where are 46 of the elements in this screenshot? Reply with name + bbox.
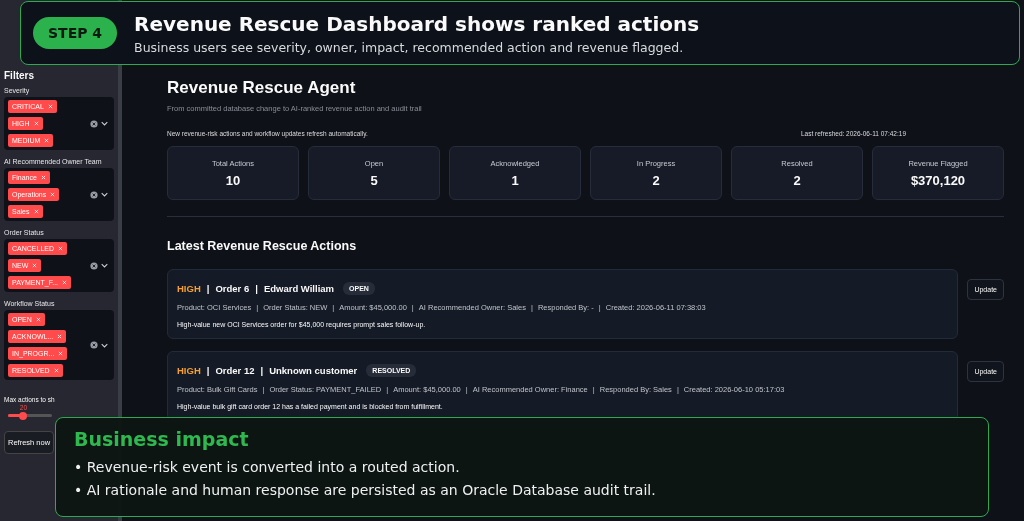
metric-value: 2 xyxy=(652,172,660,188)
chevron-down-icon[interactable] xyxy=(101,342,108,348)
remove-icon[interactable] xyxy=(40,175,46,180)
metric-value: $370,120 xyxy=(910,172,966,188)
impact-bullet: • Revenue-risk event is converted into a routed action. xyxy=(74,458,461,477)
customer-name: Unknown customer xyxy=(269,365,358,376)
impact-bullet: • AI rationale and human response are persisted as an Oracle Database audit trail. xyxy=(74,481,657,500)
severity-label: HIGH xyxy=(177,365,201,376)
order-label: Order 6 xyxy=(215,283,250,294)
clear-icon[interactable] xyxy=(90,261,98,270)
remove-icon[interactable] xyxy=(57,334,63,339)
remove-icon[interactable] xyxy=(33,209,39,214)
separator: | xyxy=(260,365,264,376)
remove-icon[interactable] xyxy=(58,246,63,251)
clear-icon[interactable] xyxy=(90,119,98,128)
page-title: Revenue Rescue Agent xyxy=(167,78,357,98)
impact-title: Business impact xyxy=(74,428,250,450)
remove-icon[interactable] xyxy=(32,263,38,268)
banner-subtitle: Business users see severity, owner, impact, recommended action and revenue flagged. xyxy=(134,39,685,55)
remove-icon[interactable] xyxy=(58,351,64,356)
customer-name: Edward William xyxy=(263,283,334,294)
remove-icon[interactable] xyxy=(47,104,53,109)
separator: | xyxy=(206,365,210,376)
clear-icon[interactable] xyxy=(90,190,98,199)
remove-icon[interactable] xyxy=(62,280,68,285)
step-badge: STEP 4 xyxy=(33,17,118,49)
remove-icon[interactable] xyxy=(33,121,39,126)
remove-icon[interactable] xyxy=(53,368,59,373)
metric-value: 1 xyxy=(511,172,519,188)
metric-value: 2 xyxy=(793,172,801,188)
chevron-down-icon[interactable] xyxy=(101,263,108,268)
section-title: Latest Revenue Rescue Actions xyxy=(167,239,358,253)
sidebar-title: Filters xyxy=(4,70,35,81)
remove-icon[interactable] xyxy=(35,317,41,322)
separator: | xyxy=(206,283,210,294)
severity-label: HIGH xyxy=(177,283,201,294)
chevron-down-icon[interactable] xyxy=(101,121,108,126)
chevron-down-icon[interactable] xyxy=(101,192,108,197)
remove-icon[interactable] xyxy=(50,192,56,197)
remove-icon[interactable] xyxy=(44,138,50,143)
order-label: Order 12 xyxy=(215,365,255,376)
metric-value: 5 xyxy=(370,172,378,188)
separator: | xyxy=(255,283,258,294)
metric-value: 10 xyxy=(225,172,241,188)
clear-icon[interactable] xyxy=(90,341,98,349)
banner-title: Revenue Rescue Dashboard shows ranked actions xyxy=(134,11,700,36)
